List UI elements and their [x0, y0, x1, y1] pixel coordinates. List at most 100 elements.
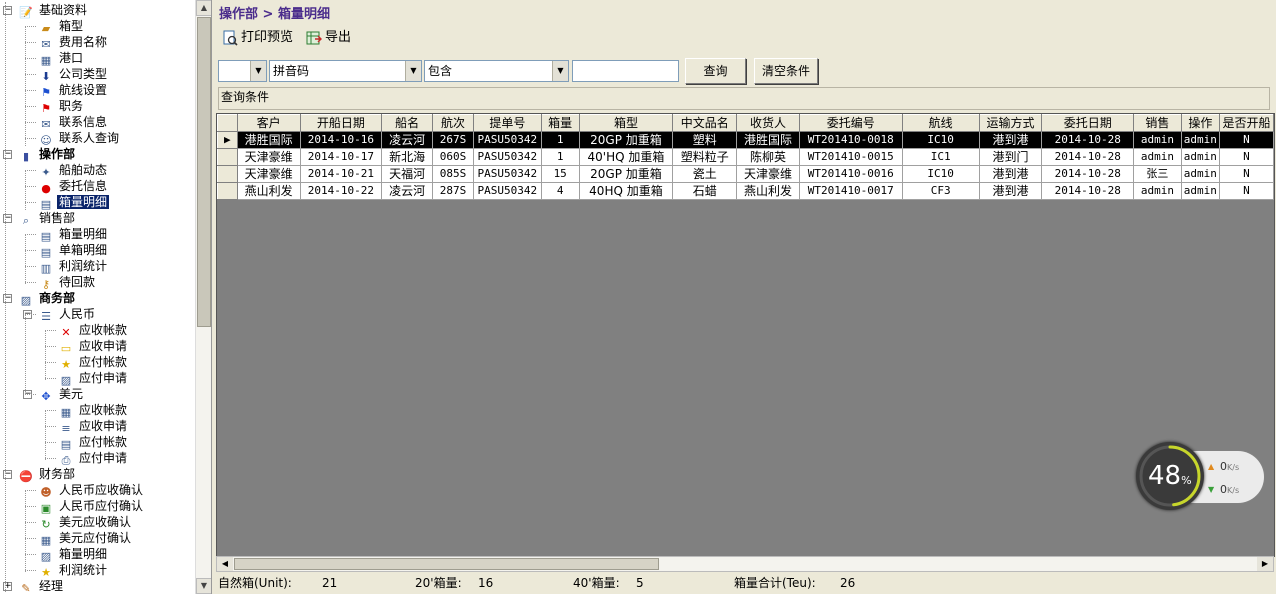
tree-item[interactable]: ▦ 港口: [38, 50, 85, 67]
table-cell[interactable]: 085S: [432, 165, 474, 183]
table-cell[interactable]: CF3: [901, 182, 980, 200]
table-cell[interactable]: N: [1218, 182, 1274, 200]
table-cell[interactable]: 2014-10-28: [1041, 148, 1134, 166]
column-header[interactable]: 收货人: [736, 114, 800, 132]
scroll-left-icon[interactable]: ◀: [217, 557, 233, 571]
scroll-right-icon[interactable]: ▶: [1257, 557, 1273, 571]
column-header[interactable]: 委托日期: [1041, 114, 1134, 132]
table-cell[interactable]: N: [1218, 165, 1274, 183]
column-header[interactable]: 航线: [901, 114, 980, 132]
table-cell[interactable]: 20GP 加重箱: [578, 131, 674, 149]
column-header[interactable]: 箱型: [578, 114, 674, 132]
tree-item[interactable]: ✕ 应收帐款: [58, 322, 129, 339]
table-cell[interactable]: 2014-10-28: [1041, 131, 1134, 149]
column-header[interactable]: 开船日期: [299, 114, 383, 132]
column-header[interactable]: 船名: [381, 114, 434, 132]
table-cell[interactable]: 267S: [432, 131, 474, 149]
tree-item[interactable]: ▤ 单箱明细: [38, 242, 109, 259]
table-cell[interactable]: 天津豪维: [736, 165, 800, 183]
tree-item[interactable]: ▥ 利润统计: [38, 258, 109, 275]
table-cell[interactable]: 港到港: [978, 182, 1043, 200]
table-cell[interactable]: WT201410-0017: [798, 182, 903, 200]
scroll-thumb[interactable]: [234, 558, 659, 570]
query-button[interactable]: 查询: [685, 58, 746, 84]
scroll-up-icon[interactable]: ▲: [196, 0, 211, 16]
column-header[interactable]: 操作: [1180, 114, 1220, 132]
column-header[interactable]: 提单号: [472, 114, 542, 132]
row-indicator[interactable]: [217, 182, 238, 200]
column-header[interactable]: 中文品名: [672, 114, 738, 132]
table-cell[interactable]: 15: [540, 165, 580, 183]
tree-item[interactable]: 📝 基础资料: [18, 2, 89, 19]
tree-item[interactable]: ⚷ 待回款: [38, 274, 97, 291]
table-cell[interactable]: WT201410-0018: [798, 131, 903, 149]
tree-item[interactable]: ≡ 应收申请: [58, 418, 129, 435]
tree-item[interactable]: ✉ 费用名称: [38, 34, 109, 51]
table-cell[interactable]: 塑料粒子: [672, 148, 738, 166]
tree-item[interactable]: ⌕ 销售部: [18, 210, 77, 227]
tree-item[interactable]: ↻ 美元应收确认: [38, 514, 133, 531]
table-cell[interactable]: 2014-10-22: [299, 182, 383, 200]
tree-item[interactable]: ⚑ 航线设置: [38, 82, 109, 99]
row-indicator[interactable]: [217, 165, 238, 183]
tree-item[interactable]: ▣ 人民币应付确认: [38, 498, 145, 515]
network-speed-widget[interactable]: ▲ 0K/s ▼ 0K/s 48%: [1136, 442, 1264, 512]
tree-item[interactable]: ✉ 联系信息: [38, 114, 109, 131]
table-row[interactable]: 天津豪维 2014-10-17 新北海 060S PASU50342 1 40'HQ 加重箱…: [217, 148, 1274, 166]
tree-item[interactable]: ▦ 美元应付确认: [38, 530, 133, 547]
tree-item[interactable]: ▭ 应收申请: [58, 338, 129, 355]
tree-item[interactable]: ✎ 经理: [18, 578, 65, 594]
table-cell[interactable]: admin: [1180, 148, 1220, 166]
tree-item[interactable]: ▰ 箱型: [38, 18, 85, 35]
tree-item[interactable]: ▤ 箱量明细: [38, 194, 110, 211]
scroll-down-icon[interactable]: ▼: [196, 578, 211, 594]
table-cell[interactable]: 1: [540, 148, 580, 166]
print-preview-button[interactable]: 打印预览: [222, 28, 293, 48]
table-cell[interactable]: 张三: [1133, 165, 1182, 183]
table-cell[interactable]: 港胜国际: [736, 131, 800, 149]
row-indicator[interactable]: [217, 148, 238, 166]
tree-item[interactable]: ⚑ 职务: [38, 98, 85, 115]
column-header[interactable]: 销售: [1133, 114, 1182, 132]
table-cell[interactable]: 港到门: [978, 148, 1043, 166]
table-cell[interactable]: 凌云河: [381, 182, 434, 200]
tree-item[interactable]: ▦ 应收帐款: [58, 402, 129, 419]
tree-item[interactable]: ★ 应付帐款: [58, 354, 129, 371]
column-header[interactable]: 委托编号: [798, 114, 903, 132]
clear-conditions-button[interactable]: 清空条件: [754, 58, 818, 84]
table-cell[interactable]: 天福河: [381, 165, 434, 183]
tree-item[interactable]: ☻ 人民币应收确认: [38, 482, 145, 499]
table-cell[interactable]: 塑料: [672, 131, 738, 149]
table-cell[interactable]: PASU50342: [472, 182, 542, 200]
keyword-input[interactable]: [572, 60, 679, 82]
table-cell[interactable]: 燕山利发: [736, 182, 800, 200]
table-row[interactable]: 燕山利发 2014-10-22 凌云河 287S PASU50342 4 40HQ 加重箱石…: [217, 182, 1274, 200]
column-header[interactable]: 箱量: [540, 114, 580, 132]
tree-item[interactable]: ▤ 箱量明细: [38, 226, 109, 243]
table-cell[interactable]: 4: [540, 182, 580, 200]
table-cell[interactable]: PASU50342: [472, 165, 542, 183]
field-select[interactable]: ▼: [218, 60, 267, 82]
tree-item[interactable]: ✦ 船舶动态: [38, 162, 109, 179]
column-header[interactable]: 是否开船: [1218, 114, 1274, 132]
tree-item[interactable]: ▮ 操作部: [18, 146, 77, 163]
table-cell[interactable]: 陈柳英: [736, 148, 800, 166]
tree-item[interactable]: ● 委托信息: [38, 178, 109, 195]
table-cell[interactable]: admin: [1180, 182, 1220, 200]
tree-item[interactable]: ☰ 人民币: [38, 306, 97, 323]
table-cell[interactable]: 40HQ 加重箱: [578, 182, 674, 200]
table-cell[interactable]: admin: [1180, 131, 1220, 149]
table-row[interactable]: ▶ 港胜国际 2014-10-16 凌云河 267S PASU50342 1 20GP 加重箱…: [217, 131, 1274, 149]
table-cell[interactable]: PASU50342: [472, 131, 542, 149]
tree-item[interactable]: ★ 利润统计: [38, 562, 109, 579]
tree-item[interactable]: ⎙ 应付申请: [58, 450, 129, 467]
table-cell[interactable]: 2014-10-17: [299, 148, 383, 166]
table-cell[interactable]: 港到港: [978, 131, 1043, 149]
table-cell[interactable]: 2014-10-21: [299, 165, 383, 183]
current-row-arrow-icon[interactable]: ▶: [217, 131, 238, 149]
table-cell[interactable]: 2014-10-16: [299, 131, 383, 149]
tree-item[interactable]: ⛔ 财务部: [18, 466, 77, 483]
table-cell[interactable]: 燕山利发: [236, 182, 301, 200]
table-cell[interactable]: 石蜡: [672, 182, 738, 200]
table-cell[interactable]: N: [1218, 131, 1274, 149]
